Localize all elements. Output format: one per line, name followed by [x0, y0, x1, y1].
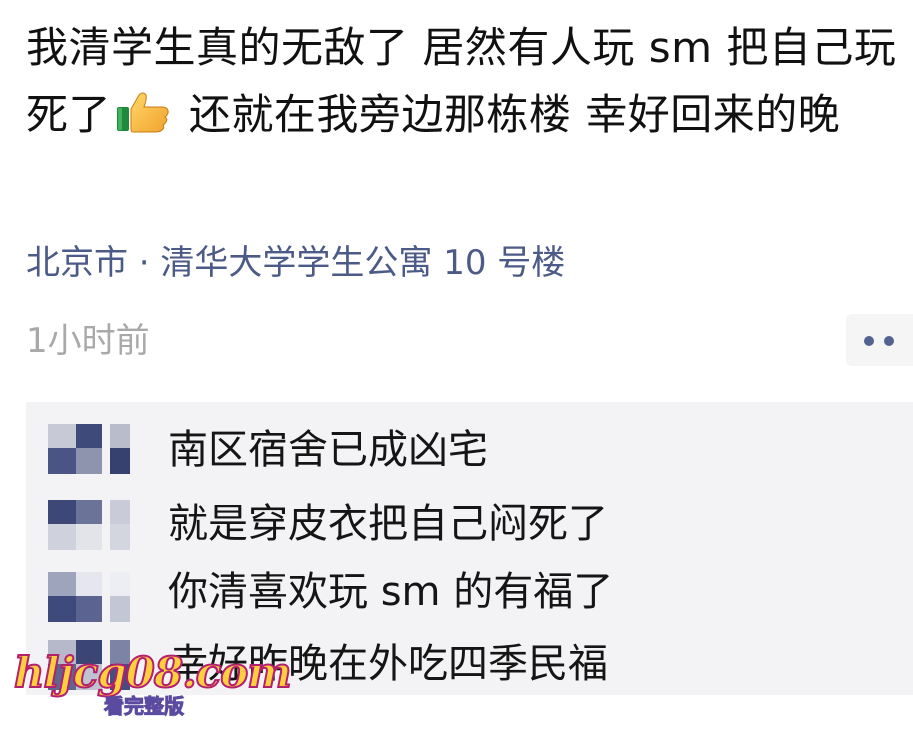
thumbs-up-icon: [115, 85, 171, 133]
moments-post: 我清学生真的无敌了 居然有人玩 sm 把自己玩死了 还就在我旁边那栋楼 幸好回来…: [0, 0, 913, 737]
comment-item[interactable]: 就是穿皮衣把自己闷死了: [26, 488, 913, 558]
more-dots-icon-dot-2: [884, 336, 894, 346]
comment-item[interactable]: 你清喜欢玩 sm 的有福了: [26, 562, 913, 632]
avatar[interactable]: [48, 424, 134, 474]
comment-text: 南区宿舍已成凶宅: [168, 427, 488, 473]
post-location[interactable]: 北京市 · 清华大学学生公寓 10 号楼: [26, 240, 565, 286]
post-time: 1小时前: [26, 321, 150, 361]
post-body: 我清学生真的无敌了 居然有人玩 sm 把自己玩死了 还就在我旁边那栋楼 幸好回来…: [26, 14, 906, 148]
more-dots-icon: [864, 336, 874, 346]
avatar[interactable]: [48, 572, 134, 622]
watermark-sub: 看完整版: [104, 694, 185, 719]
watermark: hljcg08.com 看完整版: [13, 647, 293, 728]
more-button[interactable]: [846, 314, 913, 366]
post-text-part-2: 还就在我旁边那栋楼 幸好回来的晚: [175, 90, 841, 139]
comment-text: 你清喜欢玩 sm 的有福了: [168, 569, 614, 615]
comment-item[interactable]: 南区宿舍已成凶宅: [26, 414, 913, 484]
avatar[interactable]: [48, 500, 134, 550]
comment-text: 就是穿皮衣把自己闷死了: [168, 501, 608, 547]
